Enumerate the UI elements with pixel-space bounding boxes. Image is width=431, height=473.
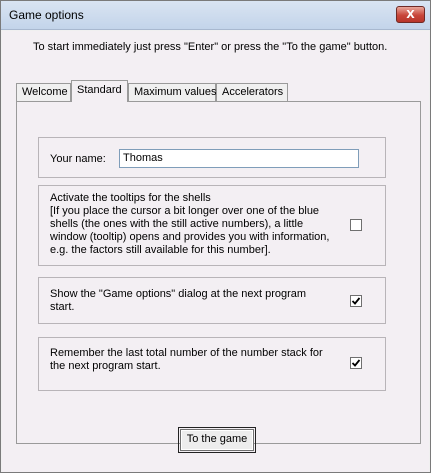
show-dialog-group: Show the "Game options" dialog at the ne…	[38, 277, 386, 324]
tooltips-line: shells (the ones with the still active n…	[50, 218, 304, 230]
show-dialog-checkbox[interactable]	[350, 295, 362, 307]
tooltips-description: Activate the tooltips for the shells [If…	[50, 192, 329, 257]
name-input[interactable]: Thomas	[119, 149, 359, 168]
tab-standard[interactable]: Standard	[71, 80, 128, 102]
instruction-text: To start immediately just press "Enter" …	[33, 41, 388, 53]
show-dialog-description: Show the "Game options" dialog at the ne…	[50, 288, 306, 314]
close-icon: X	[406, 8, 415, 21]
standard-tab-panel: Your name: Thomas Activate the tooltips …	[16, 101, 421, 444]
tab-accelerators[interactable]: Accelerators	[216, 83, 288, 102]
name-label: Your name:	[50, 153, 106, 165]
remember-total-line: the next program start.	[50, 360, 161, 372]
close-button[interactable]: X	[396, 6, 425, 23]
tab-maximum-values[interactable]: Maximum values	[128, 83, 217, 102]
remember-total-checkbox[interactable]	[350, 357, 362, 369]
name-group: Your name: Thomas	[38, 137, 386, 178]
remember-total-group: Remember the last total number of the nu…	[38, 337, 386, 391]
title-bar[interactable]: Game options X	[1, 1, 430, 30]
remember-total-description: Remember the last total number of the nu…	[50, 347, 323, 373]
window-title: Game options	[9, 8, 84, 22]
tab-welcome[interactable]: Welcome	[16, 83, 71, 102]
game-options-window: Game options X To start immediately just…	[0, 0, 431, 473]
tooltips-checkbox[interactable]	[350, 219, 362, 231]
tooltips-line: e.g. the factors still available for thi…	[50, 244, 271, 256]
remember-total-line: Remember the last total number of the nu…	[50, 347, 323, 359]
show-dialog-line: Show the "Game options" dialog at the ne…	[50, 288, 307, 300]
checkmark-icon	[351, 297, 361, 305]
tooltips-group: Activate the tooltips for the shells [If…	[38, 185, 386, 266]
tooltips-line: [If you place the cursor a bit longer ov…	[50, 205, 320, 217]
tooltips-line: Activate the tooltips for the shells	[50, 192, 211, 204]
dialog-client-area: To start immediately just press "Enter" …	[2, 31, 429, 472]
to-the-game-button[interactable]: To the game	[180, 429, 254, 451]
checkmark-icon	[351, 359, 361, 367]
tooltips-line: window (tooltip) opens and provides you …	[50, 231, 330, 243]
show-dialog-line: start.	[50, 301, 75, 313]
